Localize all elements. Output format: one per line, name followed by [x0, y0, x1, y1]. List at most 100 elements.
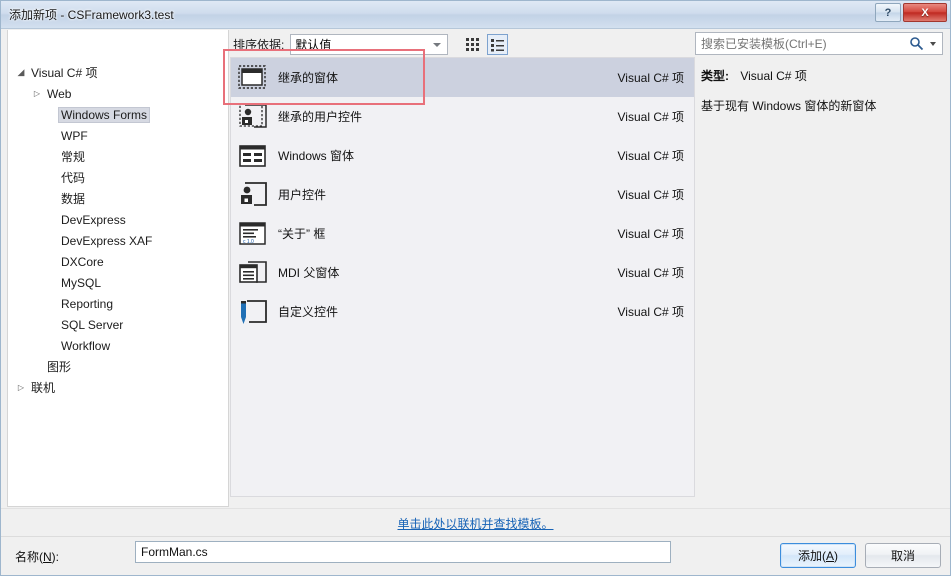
tree-item-label: DevExpress	[61, 212, 126, 227]
template-list-item[interactable]: 自定义控件 Visual C# 项	[231, 292, 694, 331]
window-controls: ? X	[875, 3, 947, 22]
expander-icon[interactable]: ▷	[14, 383, 28, 392]
tree-item-label: MySQL	[61, 275, 102, 290]
view-mode-buttons	[462, 33, 509, 55]
tree-item-label: Workflow	[61, 338, 111, 353]
add-new-item-dialog: 添加新项 - CSFramework3.test ? X 已安装 ◢Visual…	[0, 0, 951, 576]
template-name: 用户控件	[278, 188, 327, 202]
inherited-form-icon	[236, 63, 270, 93]
tree-item-label: Windows Forms	[58, 106, 151, 123]
templates-toolbar: 排序依据: 默认值	[233, 31, 689, 57]
find-online-templates-link[interactable]: 单击此处以联机并查找模板。	[397, 515, 553, 532]
template-type-line: 类型: Visual C# 项	[701, 67, 945, 84]
tree-item[interactable]: WPF	[8, 125, 228, 146]
template-info-panel: 类型: Visual C# 项 基于现有 Windows 窗体的新窗体	[701, 67, 945, 497]
tree-item[interactable]: Reporting	[8, 293, 228, 314]
tree-item[interactable]: ◢ Visual C# 项	[8, 62, 228, 83]
tree-item-label: 图形	[47, 360, 72, 374]
custom-control-icon	[241, 299, 267, 324]
expander-icon[interactable]: ◢	[14, 67, 28, 78]
tree-item-label: SQL Server	[61, 317, 124, 332]
sort-by-value: 默认值	[295, 37, 332, 52]
name-label-text: 名称(N):	[15, 550, 60, 564]
dialog-body: 已安装 ◢Visual C# 项▷WebWindows FormsWPF常规代码…	[1, 29, 950, 575]
cancel-button[interactable]: 取消	[865, 543, 941, 568]
windows-form-icon	[239, 144, 266, 167]
tree-item[interactable]: 图形	[8, 356, 228, 377]
footer-divider	[1, 536, 950, 537]
tree-item[interactable]: DevExpress XAF	[8, 230, 228, 251]
tree-item-label: 数据	[61, 192, 86, 206]
tree-item-label: 代码	[61, 171, 86, 185]
tree-item[interactable]: MySQL	[8, 272, 228, 293]
tree-item[interactable]: Workflow	[8, 335, 228, 356]
search-input[interactable]	[696, 33, 903, 54]
title-bar: 添加新项 - CSFramework3.test ? X	[1, 1, 950, 29]
template-kind: Visual C# 项	[617, 71, 684, 85]
search-dropdown-arrow-icon[interactable]	[930, 42, 936, 46]
template-kind: Visual C# 项	[617, 149, 684, 163]
list-view-button[interactable]	[487, 33, 509, 55]
category-tree[interactable]: ◢ Visual C# 项 ▷ Web Windows Forms WPF 常规 代码 数据 De…	[8, 56, 228, 506]
tree-item[interactable]: ▷ Web	[8, 83, 228, 104]
mdi-parent-form-icon	[239, 260, 267, 283]
template-list-item[interactable]: 用户控件 Visual C# 项	[231, 175, 694, 214]
about-box-icon: c 1.0	[239, 221, 266, 245]
inherited-usercontrol-icon	[236, 102, 270, 132]
template-list-item[interactable]: 继承的用户控件 Visual C# 项	[231, 97, 694, 136]
tiles-view-button[interactable]	[462, 34, 483, 55]
template-name: 继承的用户控件	[278, 110, 363, 124]
user-control-icon	[241, 181, 267, 206]
template-name: Windows 窗体	[278, 149, 355, 163]
add-button[interactable]: 添加(A)	[780, 543, 856, 568]
tree-item[interactable]: ▷ 联机	[8, 377, 228, 398]
chevron-down-icon	[433, 42, 442, 47]
template-name: MDI 父窗体	[278, 266, 340, 280]
mdi-parent-form-icon	[236, 258, 270, 288]
tree-item[interactable]: SQL Server	[8, 314, 228, 335]
tree-item[interactable]: DevExpress	[8, 209, 228, 230]
template-list-item[interactable]: 继承的窗体 Visual C# 项	[231, 58, 694, 97]
template-type-value: Visual C# 项	[740, 69, 807, 83]
template-list[interactable]: 继承的窗体 Visual C# 项继承的用户控件 Visual C# 项 Window…	[230, 57, 695, 497]
tree-item-label: Reporting	[61, 296, 114, 311]
close-button[interactable]: X	[903, 3, 947, 22]
tree-item[interactable]: 代码	[8, 167, 228, 188]
custom-control-icon	[236, 297, 270, 327]
tree-item[interactable]: 数据	[8, 188, 228, 209]
tree-item-label: WPF	[61, 128, 88, 143]
name-label: 名称(N):	[15, 548, 59, 565]
tree-item-label: DXCore	[61, 254, 104, 269]
template-kind: Visual C# 项	[617, 305, 684, 319]
sort-by-label: 排序依据:	[233, 37, 285, 52]
tree-item[interactable]: 常规	[8, 146, 228, 167]
window-title: 添加新项 - CSFramework3.test	[9, 8, 174, 22]
about-box-icon: c 1.0	[236, 219, 270, 249]
windows-form-icon	[236, 141, 270, 171]
online-templates-row: 单击此处以联机并查找模板。	[1, 508, 950, 537]
tree-item-label: Web	[47, 86, 72, 101]
tree-item[interactable]: DXCore	[8, 251, 228, 272]
search-icon[interactable]	[909, 36, 924, 51]
template-kind: Visual C# 项	[617, 266, 684, 280]
sort-by-dropdown[interactable]: 默认值	[290, 33, 449, 55]
search-templates-box[interactable]	[695, 32, 943, 55]
template-name: “关于” 框	[278, 227, 326, 241]
name-input[interactable]	[135, 541, 671, 563]
template-name: 自定义控件	[278, 305, 339, 319]
tree-item-label: Visual C# 项	[31, 66, 98, 80]
template-name: 继承的窗体	[278, 71, 339, 85]
tree-item-label: DevExpress XAF	[61, 233, 153, 248]
template-list-item[interactable]: MDI 父窗体 Visual C# 项	[231, 253, 694, 292]
list-view-icon	[491, 38, 505, 51]
template-kind: Visual C# 项	[617, 188, 684, 202]
template-list-item[interactable]: c 1.0 “关于” 框 Visual C# 项	[231, 214, 694, 253]
help-button[interactable]: ?	[875, 3, 901, 22]
inherited-form-icon	[238, 64, 266, 89]
svg-text:c 1.0: c 1.0	[243, 239, 254, 245]
tree-item[interactable]: Windows Forms	[8, 104, 228, 125]
template-list-item[interactable]: Windows 窗体 Visual C# 项	[231, 136, 694, 175]
template-type-label: 类型:	[701, 69, 729, 83]
expander-icon[interactable]: ▷	[30, 89, 44, 98]
user-control-icon	[236, 180, 270, 210]
